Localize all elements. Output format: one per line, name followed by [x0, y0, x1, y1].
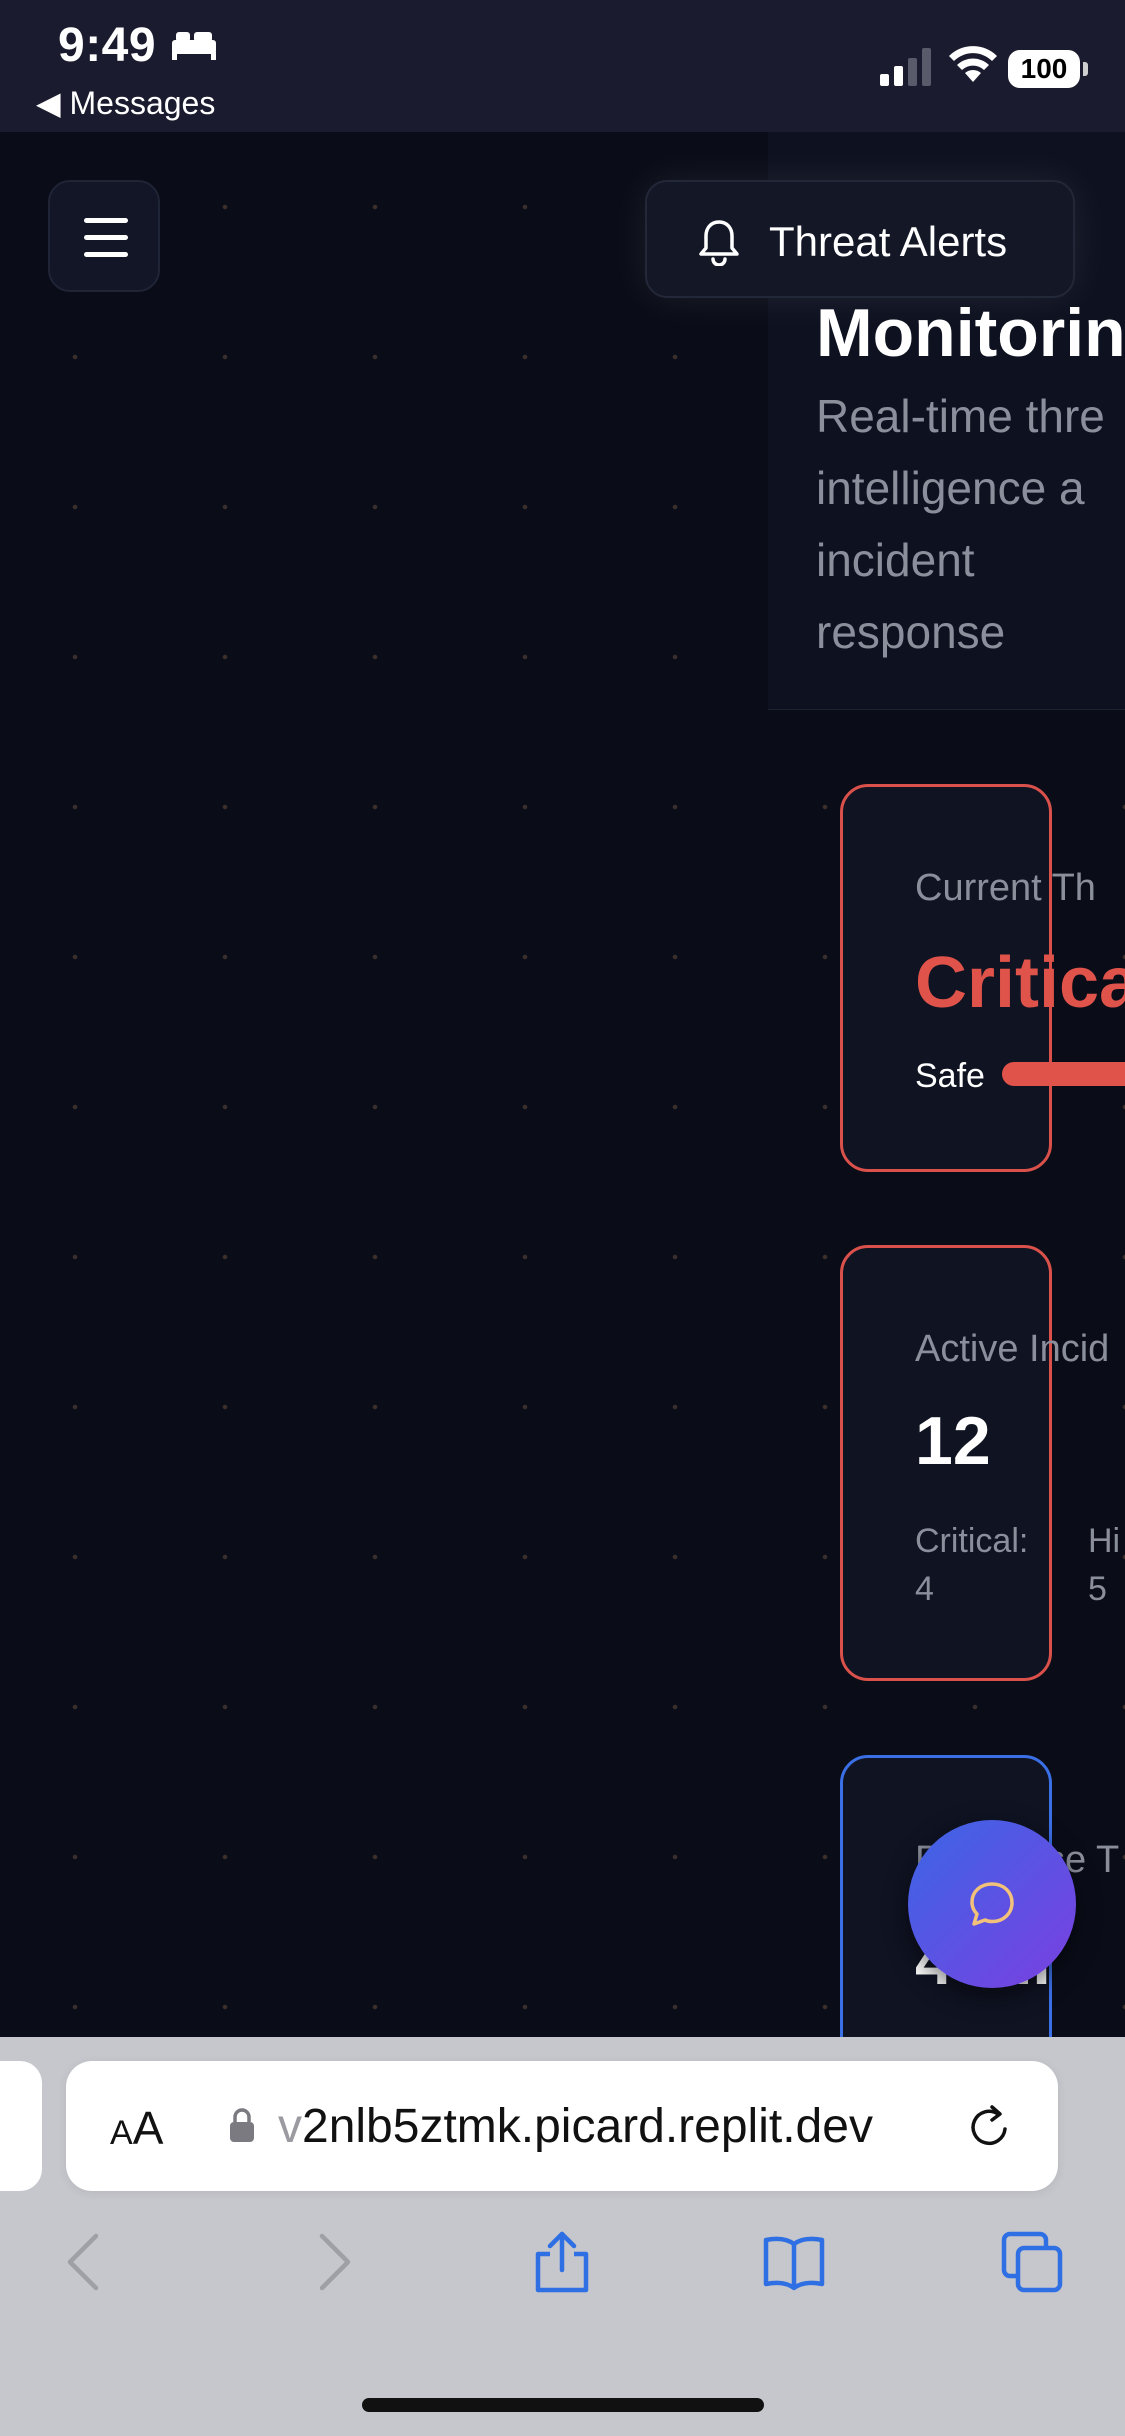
back-arrow-icon[interactable]: [56, 2230, 120, 2294]
reload-icon[interactable]: [964, 2101, 1016, 2153]
hamburger-menu-button[interactable]: [48, 180, 160, 292]
web-content: Threat Alerts Monitorin Real-time thre i…: [0, 132, 1125, 2037]
lock-icon: [230, 2108, 254, 2142]
url-text: v2nlb5ztmk.picard.replit.dev: [278, 2100, 873, 2153]
tabs-icon[interactable]: [1000, 2230, 1064, 2294]
previous-tab-peek[interactable]: [0, 2061, 42, 2191]
threat-scale-safe-label: Safe: [915, 1057, 985, 1095]
share-icon[interactable]: [530, 2230, 594, 2294]
active-incidents-count: 12: [915, 1403, 991, 1479]
threat-level-value: Critica: [915, 943, 1125, 1023]
page-title: Monitorin: [816, 295, 1125, 371]
home-indicator[interactable]: [362, 2398, 764, 2412]
chat-bubble-icon: [970, 1882, 1014, 1926]
threat-level-label: Current Th: [915, 867, 1096, 909]
bookmarks-icon[interactable]: [762, 2230, 826, 2294]
back-to-messages[interactable]: ◀ Messages: [36, 84, 215, 122]
threat-level-bar: [1002, 1062, 1125, 1086]
active-incidents-label: Active Incid: [915, 1328, 1110, 1370]
status-bar: 9:49 ◀ Messages 100: [0, 0, 1125, 132]
reader-settings-button[interactable]: AAAA: [110, 2101, 163, 2155]
high-incidents: Hi 5: [1088, 1522, 1121, 1608]
address-bar[interactable]: AAAA v2nlb5ztmk.picard.replit.dev: [66, 2061, 1058, 2191]
signal-icon: [880, 48, 931, 86]
page-subtitle: Real-time thre intelligence a incident r…: [816, 390, 1105, 658]
bell-icon: [699, 220, 739, 266]
threat-alerts-button[interactable]: Threat Alerts: [645, 180, 1075, 298]
threat-alerts-label: Threat Alerts: [769, 218, 1008, 265]
bed-icon: [172, 32, 216, 60]
battery-icon: 100: [1008, 50, 1088, 88]
forward-arrow-icon[interactable]: [298, 2230, 362, 2294]
chat-button[interactable]: [908, 1820, 1076, 1988]
status-time: 9:49: [58, 19, 157, 72]
wifi-icon: [949, 46, 997, 82]
hamburger-menu-icon: [84, 218, 128, 223]
critical-incidents: Critical: 4: [915, 1522, 1029, 1608]
